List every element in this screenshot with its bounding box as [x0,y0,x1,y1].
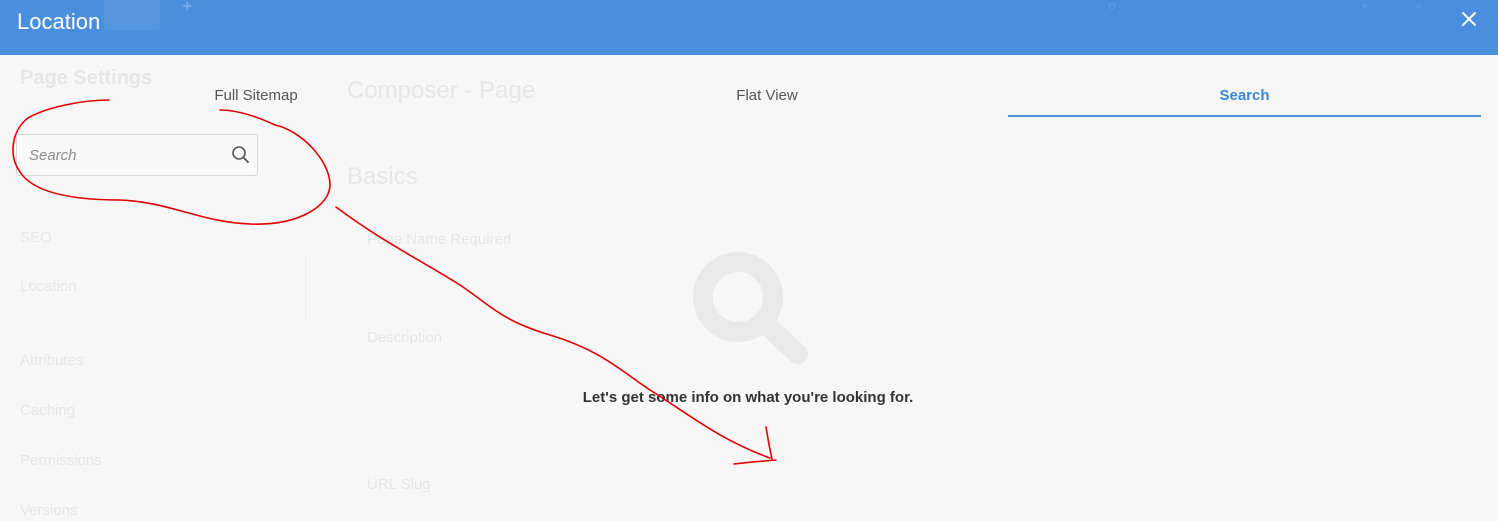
sidebar-item-seo: SEO [20,229,52,246]
tab-flat-view[interactable]: Flat View [700,87,834,104]
tab-search[interactable]: Search [1008,87,1481,104]
sidebar-item-caching: Caching [20,402,76,419]
active-tab-indicator [1008,115,1481,117]
dialog-title: Location [17,9,101,34]
tab-full-sitemap[interactable]: Full Sitemap [200,87,312,104]
search-ghost-icon: ○ [1108,0,1117,13]
close-icon[interactable] [1458,8,1480,30]
search-input[interactable] [17,135,229,175]
magnifier-icon [690,250,808,365]
toolbar-ghost-icon-2: ▫ [1416,0,1421,13]
basics-title: Basics [347,163,418,190]
composer-title: Composer - Page [347,77,536,104]
field-label-url-slug: URL Slug [367,476,431,493]
plus-icon: + [182,0,193,16]
sidebar-title: Page Settings [20,67,153,89]
search-icon[interactable] [231,145,251,165]
field-label-page-name: Page Name Required [367,231,512,248]
empty-state-message: Let's get some info on what you're looki… [582,389,914,406]
sidebar-item-location: Location [20,278,77,295]
sidebar-item-versions: Versions [20,502,78,519]
sidebar-divider [305,255,306,320]
toolbar-button-ghost [104,0,160,30]
field-label-description: Description [367,329,443,346]
sidebar-item-permissions: Permissions [20,452,102,469]
search-field[interactable] [16,134,258,176]
sidebar-item-attributes: Attributes [20,352,84,369]
toolbar-ghost-icon: ▫ [1362,0,1367,13]
dialog-header: + ○ ▫ ▫ Location [0,0,1498,55]
